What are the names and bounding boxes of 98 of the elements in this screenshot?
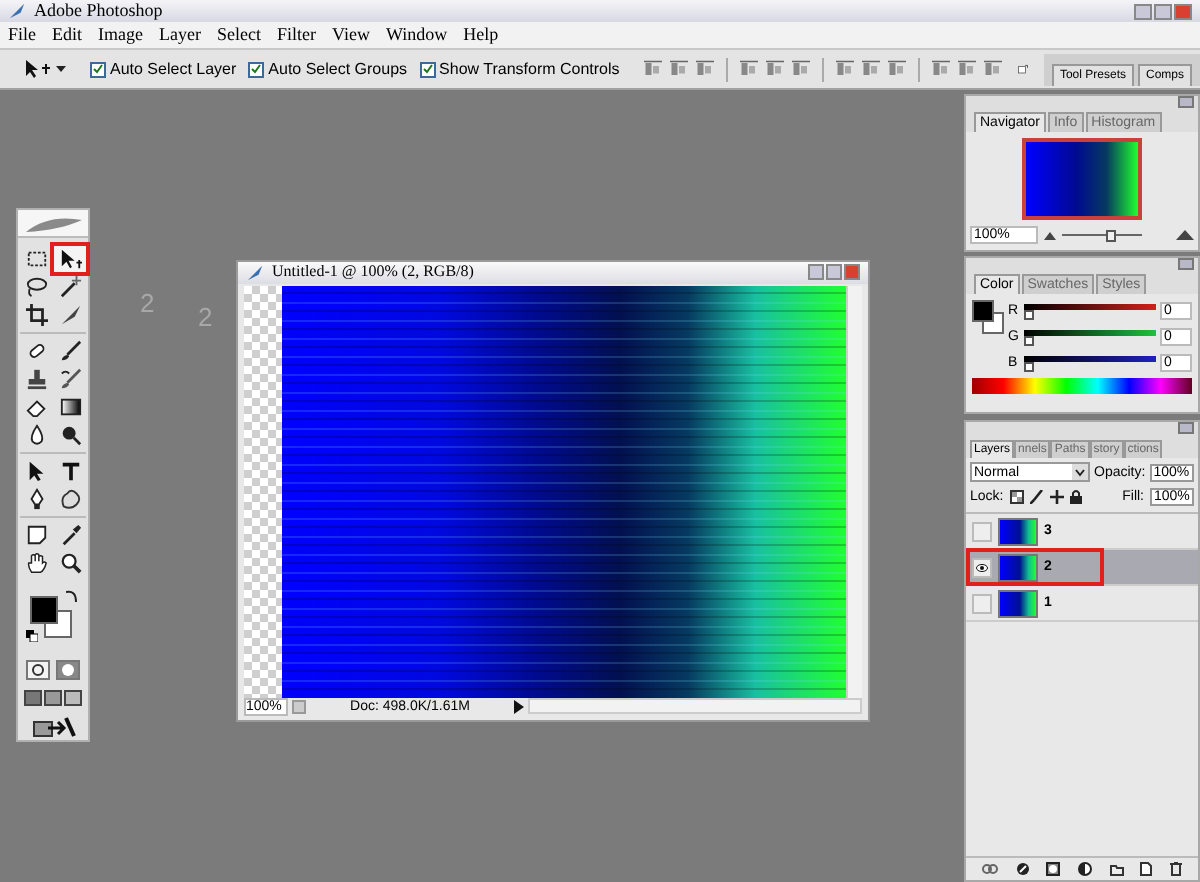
move-cross-icon[interactable] bbox=[1049, 490, 1064, 504]
checkbox-label: Auto Select Groups bbox=[268, 61, 408, 77]
magnifier-icon bbox=[59, 552, 81, 574]
gradient-icon bbox=[59, 396, 81, 418]
close-button[interactable] bbox=[844, 264, 860, 281]
default-colors-icon[interactable] bbox=[25, 630, 37, 642]
maximize-button[interactable] bbox=[1154, 3, 1172, 19]
jump-to-app-icon[interactable] bbox=[31, 716, 75, 738]
menu-item[interactable]: Window bbox=[385, 26, 448, 44]
menu-item[interactable]: Edit bbox=[52, 26, 83, 44]
eraser-icon bbox=[25, 396, 47, 418]
checkbox-label: Show Transform Controls bbox=[439, 61, 620, 77]
new-layer-icon[interactable] bbox=[1140, 862, 1153, 876]
document-title: Untitled-1 @ 100% (2, RGB/8) bbox=[272, 264, 474, 281]
align-icon[interactable] bbox=[791, 60, 810, 78]
lock-transparency-icon[interactable] bbox=[1009, 490, 1024, 504]
layer-thumbnail bbox=[998, 517, 1038, 545]
move-icon bbox=[24, 58, 52, 80]
vertical-scrollbar[interactable] bbox=[846, 285, 862, 698]
shape-icon bbox=[59, 488, 81, 510]
align-icon[interactable] bbox=[643, 60, 662, 78]
adjustment-icon[interactable] bbox=[1077, 862, 1092, 876]
checkbox[interactable] bbox=[248, 61, 265, 77]
visibility-toggle[interactable] bbox=[972, 557, 992, 577]
checkbox-label: Auto Select Layer bbox=[110, 61, 237, 77]
color-swatches-drawing[interactable] bbox=[29, 596, 71, 638]
menu-item[interactable]: File bbox=[8, 26, 37, 44]
horizontal-scrollbar[interactable] bbox=[528, 698, 862, 715]
color-spectrum-bar[interactable] bbox=[972, 378, 1192, 394]
window-title: Adobe Photoshop bbox=[34, 2, 163, 20]
layer-thumbnail bbox=[998, 589, 1038, 617]
stamp-icon bbox=[25, 368, 47, 390]
arrow-icon bbox=[25, 460, 47, 482]
arrow-icon bbox=[59, 248, 81, 270]
pen-icon bbox=[25, 488, 47, 510]
crop-icon bbox=[25, 304, 47, 326]
brush-icon bbox=[59, 340, 81, 362]
drop-icon bbox=[25, 424, 47, 446]
lasso-icon bbox=[25, 276, 47, 298]
status-icon bbox=[292, 699, 306, 714]
lock-icon[interactable] bbox=[1069, 490, 1082, 504]
tool-button[interactable] bbox=[54, 246, 86, 272]
dodge-icon bbox=[59, 424, 81, 446]
hand-icon bbox=[25, 552, 47, 574]
brush-icon bbox=[59, 368, 81, 390]
close-button[interactable] bbox=[1174, 3, 1192, 19]
align-icon[interactable] bbox=[695, 60, 714, 78]
channel-slider[interactable] bbox=[1024, 354, 1156, 372]
align-icon[interactable] bbox=[861, 60, 880, 78]
note-icon bbox=[25, 524, 47, 546]
brush-icon[interactable] bbox=[1029, 490, 1044, 504]
mask-icon[interactable] bbox=[1046, 862, 1061, 876]
align-icon[interactable] bbox=[835, 60, 854, 78]
caret-icon bbox=[1072, 464, 1088, 480]
standard-mode-button[interactable] bbox=[26, 660, 50, 680]
menu-item[interactable]: Help bbox=[463, 26, 499, 44]
play-arrow-icon[interactable] bbox=[514, 699, 524, 714]
trash-icon[interactable] bbox=[1169, 862, 1182, 876]
wand-icon bbox=[59, 276, 81, 298]
layer-thumbnail bbox=[998, 553, 1038, 581]
quick-mask-button[interactable] bbox=[56, 660, 80, 680]
align-icon[interactable] bbox=[957, 60, 976, 78]
color-swatches-drawing[interactable] bbox=[972, 300, 1004, 334]
caret-icon bbox=[56, 66, 66, 72]
channel-slider[interactable] bbox=[1024, 302, 1156, 320]
feather-icon bbox=[246, 263, 264, 282]
minimize-button[interactable] bbox=[1134, 3, 1152, 19]
eye-icon bbox=[974, 561, 990, 573]
align-icon[interactable] bbox=[765, 60, 784, 78]
maximize-button[interactable] bbox=[826, 264, 842, 281]
marquee-icon bbox=[25, 248, 47, 270]
minimize-button[interactable] bbox=[808, 264, 824, 281]
menu-item[interactable]: Layer bbox=[159, 26, 201, 44]
align-icon[interactable] bbox=[983, 60, 1002, 78]
channel-slider[interactable] bbox=[1024, 328, 1156, 346]
zoom-in-icon[interactable] bbox=[1176, 230, 1194, 240]
layer-style-icon[interactable] bbox=[1015, 862, 1030, 876]
align-icon[interactable] bbox=[739, 60, 758, 78]
align-icon[interactable] bbox=[887, 60, 906, 78]
tool-button[interactable] bbox=[20, 302, 52, 328]
visibility-toggle[interactable] bbox=[972, 593, 992, 613]
menu-item[interactable]: Image bbox=[98, 26, 144, 44]
zoom-out-icon[interactable] bbox=[1044, 231, 1056, 239]
align-icon[interactable] bbox=[669, 60, 688, 78]
eyedropper-icon bbox=[59, 524, 81, 546]
link-icon[interactable] bbox=[982, 864, 999, 874]
menu-item[interactable]: Select bbox=[217, 26, 261, 44]
menu-item[interactable]: View bbox=[332, 26, 370, 44]
menu-item[interactable]: Filter bbox=[277, 26, 316, 44]
zoom-slider[interactable] bbox=[1062, 229, 1142, 241]
type-icon bbox=[59, 460, 81, 482]
checkbox[interactable] bbox=[419, 61, 436, 77]
knife-icon bbox=[59, 304, 81, 326]
folder-icon[interactable] bbox=[1109, 863, 1124, 875]
checkbox[interactable] bbox=[90, 61, 106, 77]
align-icon[interactable] bbox=[931, 60, 950, 78]
navigator-preview bbox=[1022, 138, 1142, 220]
visibility-toggle[interactable] bbox=[972, 521, 992, 541]
